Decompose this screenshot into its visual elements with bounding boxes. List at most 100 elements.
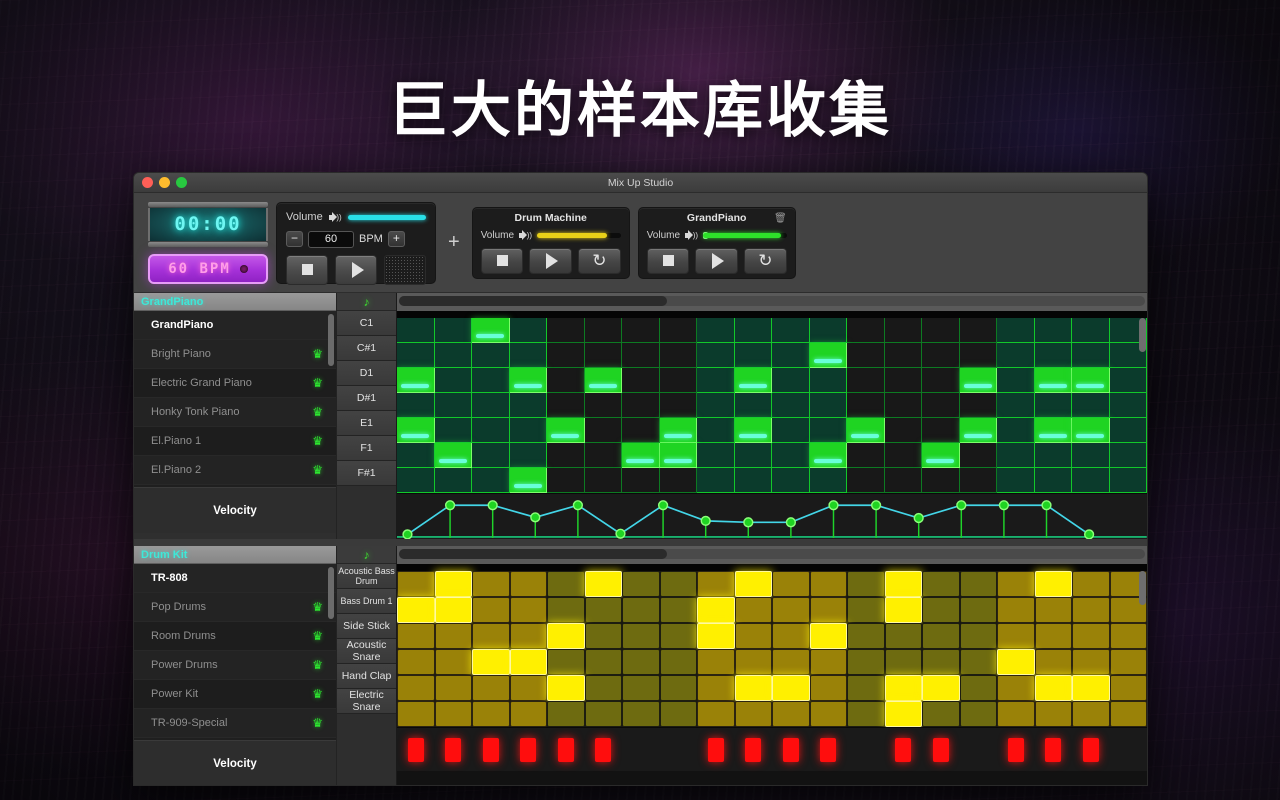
piano-note-cell[interactable] <box>1109 368 1147 393</box>
list-item[interactable]: Room Drums ♛ <box>134 622 336 651</box>
drum-step-cell[interactable] <box>659 623 697 649</box>
master-stop-button[interactable] <box>286 254 328 285</box>
drum-step-cell[interactable] <box>884 649 922 675</box>
add-track-button[interactable]: + <box>444 231 464 254</box>
piano-note-cell[interactable] <box>509 418 547 443</box>
drum-step-cell[interactable] <box>997 649 1035 675</box>
master-play-button[interactable] <box>335 254 377 285</box>
drum-step-cell[interactable] <box>884 571 922 597</box>
piano-note-cell[interactable] <box>547 318 585 343</box>
drum-step-cell[interactable] <box>434 623 472 649</box>
drum-step-cell[interactable] <box>1109 701 1147 727</box>
piano-key[interactable]: D#1 <box>337 386 396 411</box>
drum-step-cell[interactable] <box>997 571 1035 597</box>
drum-step-cell[interactable] <box>1109 623 1147 649</box>
drum-step-cell[interactable] <box>847 675 885 701</box>
drum-step-cell[interactable] <box>472 701 510 727</box>
track-volume-slider[interactable] <box>703 232 787 239</box>
speaker-icon[interactable]: )) <box>685 230 698 241</box>
list-item[interactable]: El.Piano 2 ♛ <box>134 456 336 485</box>
bpm-decrease-button[interactable]: − <box>286 231 303 247</box>
drum-step-cell[interactable] <box>1109 675 1147 701</box>
piano-note-cell[interactable] <box>434 418 472 443</box>
drum-step-cell[interactable] <box>997 597 1035 623</box>
piano-note-cell[interactable] <box>584 418 622 443</box>
piano-note-cell[interactable] <box>1072 368 1110 393</box>
bpm-input[interactable]: 60 <box>308 230 354 248</box>
piano-note-cell[interactable] <box>959 318 997 343</box>
drum-step-cell[interactable] <box>772 701 810 727</box>
drum-row-label[interactable]: Electric Snare <box>337 689 396 714</box>
piano-note-cell[interactable] <box>509 468 547 493</box>
piano-note-cell[interactable] <box>1072 468 1110 493</box>
trash-icon[interactable]: 🗑 <box>774 213 787 224</box>
track-stop-button[interactable] <box>646 247 690 274</box>
track-loop-button[interactable]: ↻ <box>744 247 787 274</box>
piano-note-cell[interactable] <box>809 368 847 393</box>
piano-note-cell[interactable] <box>509 443 547 468</box>
list-item[interactable]: Honky Tonk Piano ♛ <box>134 398 336 427</box>
drum-step-cell[interactable] <box>547 623 585 649</box>
piano-note-cell[interactable] <box>922 318 960 343</box>
piano-note-cell[interactable] <box>659 468 697 493</box>
drum-step-cell[interactable] <box>847 623 885 649</box>
list-item[interactable]: Bright Piano ♛ <box>134 340 336 369</box>
drum-step-cell[interactable] <box>584 623 622 649</box>
piano-note-cell[interactable] <box>434 393 472 418</box>
piano-note-cell[interactable] <box>922 443 960 468</box>
piano-note-cell[interactable] <box>434 368 472 393</box>
drum-step-cell[interactable] <box>809 571 847 597</box>
piano-note-cell[interactable] <box>547 418 585 443</box>
drum-velocity-bar[interactable] <box>1007 737 1024 762</box>
drum-step-cell[interactable] <box>922 571 960 597</box>
piano-note-cell[interactable] <box>547 368 585 393</box>
list-item[interactable]: El.Piano 1 ♛ <box>134 427 336 456</box>
piano-note-cell[interactable] <box>1109 418 1147 443</box>
piano-note-cell[interactable] <box>959 418 997 443</box>
piano-note-cell[interactable] <box>959 443 997 468</box>
master-volume-slider[interactable] <box>347 214 426 220</box>
drum-step-cell[interactable] <box>622 623 660 649</box>
piano-note-cell[interactable] <box>1072 443 1110 468</box>
piano-velocity-lane[interactable] <box>397 493 1147 539</box>
drum-step-cell[interactable] <box>659 675 697 701</box>
piano-note-cell[interactable] <box>922 393 960 418</box>
piano-note-cell[interactable] <box>959 368 997 393</box>
piano-note-cell[interactable] <box>622 318 660 343</box>
drum-step-cell[interactable] <box>922 701 960 727</box>
piano-note-cell[interactable] <box>1072 318 1110 343</box>
drum-velocity-bar[interactable] <box>1082 737 1099 762</box>
piano-note-cell[interactable] <box>734 318 772 343</box>
drum-velocity-bar[interactable] <box>895 737 912 762</box>
drum-step-cell[interactable] <box>584 571 622 597</box>
piano-note-cell[interactable] <box>472 318 510 343</box>
drum-step-cell[interactable] <box>922 649 960 675</box>
list-item[interactable]: Power Drums ♛ <box>134 651 336 680</box>
drum-step-cell[interactable] <box>697 597 735 623</box>
drum-step-cell[interactable] <box>509 649 547 675</box>
piano-note-cell[interactable] <box>509 368 547 393</box>
piano-note-cell[interactable] <box>847 318 885 343</box>
piano-note-cell[interactable] <box>697 443 735 468</box>
drum-step-cell[interactable] <box>1034 649 1072 675</box>
drum-velocity-bar[interactable] <box>1045 737 1062 762</box>
drum-step-cell[interactable] <box>1034 701 1072 727</box>
piano-note-cell[interactable] <box>1109 443 1147 468</box>
drum-step-cell[interactable] <box>847 649 885 675</box>
piano-note-cell[interactable] <box>659 393 697 418</box>
list-item[interactable]: Power Kit ♛ <box>134 680 336 709</box>
drum-step-cell[interactable] <box>922 597 960 623</box>
drum-step-cell[interactable] <box>547 571 585 597</box>
drum-step-cell[interactable] <box>397 623 435 649</box>
piano-note-cell[interactable] <box>809 343 847 368</box>
drum-step-cell[interactable] <box>434 649 472 675</box>
piano-note-cell[interactable] <box>922 368 960 393</box>
piano-note-cell[interactable] <box>847 443 885 468</box>
piano-note-cell[interactable] <box>734 443 772 468</box>
piano-note-cell[interactable] <box>697 343 735 368</box>
drum-step-cell[interactable] <box>622 649 660 675</box>
drum-step-cell[interactable] <box>1072 623 1110 649</box>
piano-note-cell[interactable] <box>584 343 622 368</box>
piano-note-cell[interactable] <box>1034 343 1072 368</box>
drum-velocity-bar[interactable] <box>407 737 424 762</box>
